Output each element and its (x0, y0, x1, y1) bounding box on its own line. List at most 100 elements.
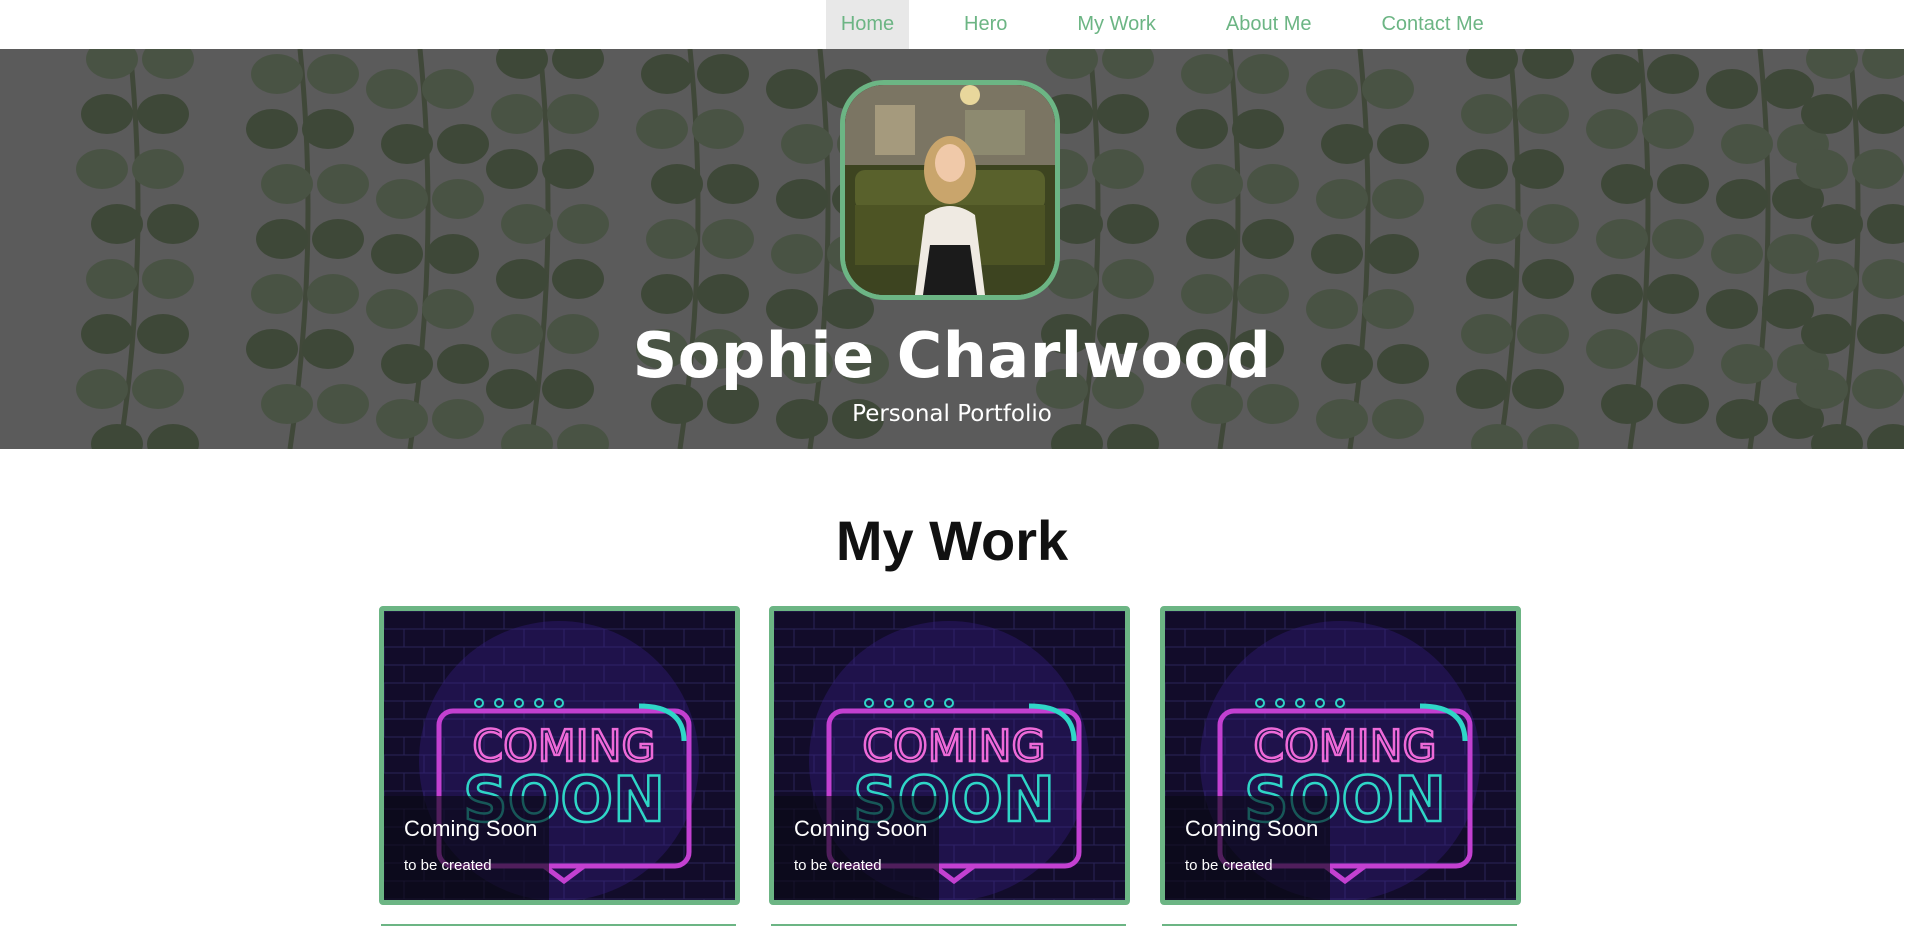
vine-leaf (766, 69, 818, 109)
vine-leaf (1527, 424, 1579, 449)
vine-leaf (486, 149, 538, 189)
vine-leaf (1102, 259, 1154, 299)
vine-leaf (1176, 109, 1228, 149)
vine-leaf (1051, 424, 1103, 449)
vine-leaf (1362, 69, 1414, 109)
vine-leaf (1811, 204, 1863, 244)
vine-leaf (1806, 259, 1858, 299)
vine-leaf (1591, 274, 1643, 314)
work-card[interactable]: COMING SOON Coming Soon to be created (769, 606, 1130, 905)
vine-leaf (86, 259, 138, 299)
vine-leaf (76, 149, 128, 189)
vine-leaf (1377, 124, 1429, 164)
vine-leaf (1586, 109, 1638, 149)
work-card[interactable]: COMING SOON Coming Soon to be created (1160, 606, 1521, 905)
vine-leaf (1466, 259, 1518, 299)
vine-leaf (776, 179, 828, 219)
vine-leaf (501, 204, 553, 244)
vine-leaf (557, 204, 609, 244)
vine-leaf (1852, 149, 1904, 189)
nav-item-home[interactable]: Home (826, 0, 909, 49)
card-title: Coming Soon (1185, 816, 1319, 841)
vine-leaf (1107, 204, 1159, 244)
vine-leaf (1181, 54, 1233, 94)
vine-leaf (1311, 234, 1363, 274)
nav-list: Home Hero My Work About Me Contact Me (826, 0, 1499, 49)
vine-leaf (552, 49, 604, 79)
vine-leaf (1372, 179, 1424, 219)
vine-leaf (501, 424, 553, 449)
vine-leaf (1657, 164, 1709, 204)
vine-leaf (1591, 54, 1643, 94)
vine-leaf (251, 54, 303, 94)
vine-leaf (491, 94, 543, 134)
vine-leaf (1092, 149, 1144, 189)
vine-leaf (422, 69, 474, 109)
vine-leaf (636, 109, 688, 149)
vine-leaf (307, 54, 359, 94)
vine-leaf (147, 204, 199, 244)
vine-leaf (1367, 234, 1419, 274)
vine-leaf (366, 69, 418, 109)
vine-leaf (1862, 259, 1904, 299)
vine-leaf (1857, 94, 1904, 134)
vine-leaf (1456, 149, 1508, 189)
vine-leaf (1711, 234, 1763, 274)
vine-leaf (142, 259, 194, 299)
vine-leaf (1306, 69, 1358, 109)
nav-item-contact-me[interactable]: Contact Me (1366, 0, 1498, 49)
vine-leaf (1232, 109, 1284, 149)
vine-leaf (261, 164, 313, 204)
card-caption-overlay (1165, 796, 1330, 900)
vine-leaf (147, 424, 199, 449)
card-title: Coming Soon (404, 816, 538, 841)
vine-leaf (1867, 424, 1904, 449)
vine-leaf (641, 274, 693, 314)
vine-leaf (697, 54, 749, 94)
vine-leaf (547, 94, 599, 134)
vine-leaf (1522, 49, 1574, 79)
vine-leaf (142, 49, 194, 79)
vine-leaf (1191, 164, 1243, 204)
vine-leaf (1237, 54, 1289, 94)
vine-leaf (641, 54, 693, 94)
vine-leaf (1237, 274, 1289, 314)
vine-leaf (646, 219, 698, 259)
work-card[interactable]: COMING SOON Coming Soon to be created (379, 606, 740, 905)
nav-item-my-work[interactable]: My Work (1062, 0, 1171, 49)
vine-leaf (381, 124, 433, 164)
vine-leaf (1242, 219, 1294, 259)
vine-leaf (1097, 94, 1149, 134)
vine-leaf (692, 109, 744, 149)
nav-item-about-me[interactable]: About Me (1211, 0, 1327, 49)
nav-item-hero[interactable]: Hero (949, 0, 1022, 49)
vine-leaf (376, 179, 428, 219)
vine-leaf (1652, 219, 1704, 259)
vine-leaf (1321, 124, 1373, 164)
vine-leaf (437, 124, 489, 164)
card-caption-overlay (774, 796, 939, 900)
vine-leaf (432, 179, 484, 219)
vine-leaf (81, 94, 133, 134)
vine-leaf (552, 259, 604, 299)
vine-leaf (496, 259, 548, 299)
vine-leaf (1471, 424, 1523, 449)
vine-leaf (707, 164, 759, 204)
card-description: to be created (404, 857, 492, 874)
profile-photo-image (845, 85, 1055, 295)
card-title: Coming Soon (794, 816, 928, 841)
vine-leaf (1527, 204, 1579, 244)
vine-leaf (1706, 69, 1758, 109)
hero-subtitle: Personal Portfolio (852, 401, 1052, 427)
vine-leaf (307, 274, 359, 314)
vine-leaf (1796, 149, 1848, 189)
vine-leaf (1102, 49, 1154, 79)
vine-leaf (132, 149, 184, 189)
vine-leaf (137, 94, 189, 134)
vine-leaf (1801, 94, 1853, 134)
vine-leaf (702, 219, 754, 259)
vine-leaf (302, 109, 354, 149)
vine-leaf (1647, 274, 1699, 314)
vine-leaf (1517, 94, 1569, 134)
vine-leaf (771, 234, 823, 274)
